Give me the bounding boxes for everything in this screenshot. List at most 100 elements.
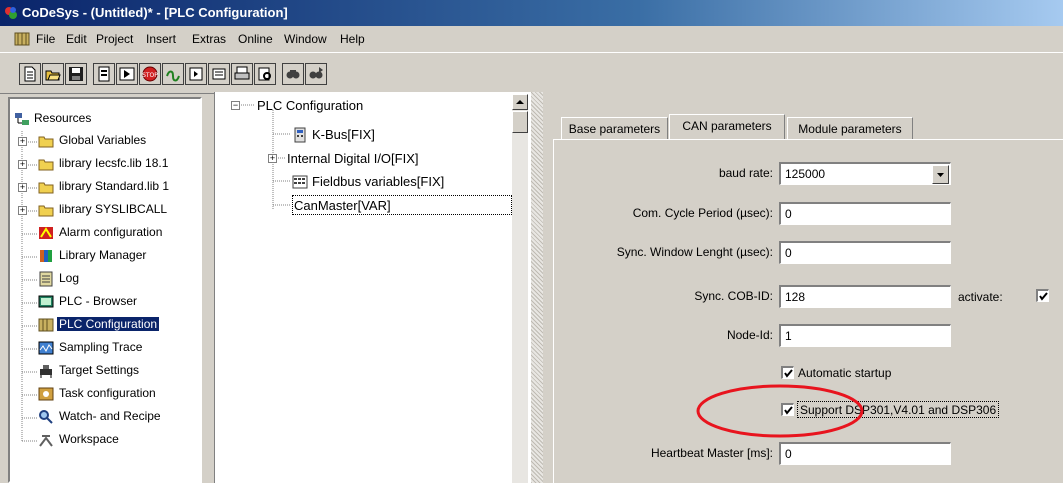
step-icon: [166, 70, 180, 82]
activate-checkbox[interactable]: [1036, 289, 1049, 302]
collapse-plc-config[interactable]: −: [231, 101, 240, 110]
sampling-trace-icon: [38, 341, 54, 355]
tree-item-resource[interactable]: Log: [10, 269, 200, 290]
cob-id-input[interactable]: 128: [779, 285, 951, 308]
tree-item-resource[interactable]: Workspace: [10, 430, 200, 451]
automatic-startup-label: Automatic startup: [798, 366, 892, 380]
title-bar[interactable]: CoDeSys - (Untitled)* - [PLC Configurati…: [0, 0, 1063, 26]
tab-can-parameters[interactable]: CAN parameters: [669, 114, 785, 139]
tab-module-parameters[interactable]: Module parameters: [787, 117, 913, 139]
folder-icon: [38, 159, 54, 171]
fieldbus-icon: [292, 175, 308, 189]
build-icon: [98, 66, 110, 82]
cob-id-value: 128: [785, 290, 806, 304]
tree-item-fieldbus-variables[interactable]: Fieldbus variables[FIX]: [312, 174, 444, 189]
canmaster-label: CanMaster[VAR]: [294, 198, 391, 213]
print-icon: [234, 66, 250, 80]
tree-item-resource[interactable]: Alarm configuration: [10, 223, 200, 244]
login-icon: [212, 68, 226, 80]
tree-label: Library Manager: [59, 248, 147, 262]
baud-rate-select[interactable]: 125000: [779, 162, 951, 185]
tree-item-resource[interactable]: PLC Configuration: [10, 315, 200, 336]
node-id-input[interactable]: 1: [779, 324, 951, 347]
login-button[interactable]: [208, 63, 230, 85]
codesys-app-icon: [5, 7, 17, 19]
print-button[interactable]: [231, 63, 253, 85]
config-tree-scrollbar[interactable]: [512, 94, 528, 483]
find-icon: [286, 70, 300, 79]
sync-window-label: Sync. Window Lenght (µsec):: [616, 245, 773, 259]
plc-browser-icon: [38, 295, 54, 308]
menu-project[interactable]: Project: [96, 32, 133, 46]
toolbar: STOP: [0, 52, 1063, 94]
expand-button[interactable]: +: [18, 137, 27, 146]
print-preview-button[interactable]: [254, 63, 276, 85]
scroll-up-icon: [516, 100, 524, 104]
tree-item-resource[interactable]: Task configuration: [10, 384, 200, 405]
expand-button[interactable]: +: [18, 206, 27, 215]
automatic-startup-checkbox[interactable]: [781, 366, 794, 379]
step-button[interactable]: [162, 63, 184, 85]
resources-tree-pane[interactable]: Resources + Global Variables + library Iecs…: [8, 97, 202, 483]
heartbeat-master-input[interactable]: 0: [779, 442, 951, 465]
window-title: CoDeSys - (Untitled)* - [PLC Configurati…: [22, 5, 288, 20]
open-icon: [45, 70, 61, 81]
check-icon: [784, 369, 793, 378]
tree-label: library SYSLIBCALL: [59, 202, 168, 216]
baud-rate-value: 125000: [785, 167, 826, 181]
save-icon: [69, 67, 83, 81]
heartbeat-master-label: Heartbeat Master [ms]:: [650, 446, 773, 460]
open-button[interactable]: [42, 63, 64, 85]
build-button[interactable]: [93, 63, 115, 85]
expand-internal-io[interactable]: +: [268, 154, 277, 163]
find-button[interactable]: [282, 63, 304, 85]
tree-item-resource[interactable]: + Global Variables: [10, 131, 200, 152]
tree-item-canmaster[interactable]: CanMaster[VAR]: [292, 195, 512, 215]
tab-base-parameters[interactable]: Base parameters: [561, 117, 668, 139]
sync-window-input[interactable]: 0: [779, 241, 951, 264]
tree-item-resource[interactable]: + library Iecsfc.lib 18.1: [10, 154, 200, 175]
expand-button[interactable]: +: [18, 183, 27, 192]
tree-item-resource[interactable]: PLC - Browser: [10, 292, 200, 313]
menu-online[interactable]: Online: [238, 32, 273, 46]
scroll-up-button[interactable]: [512, 94, 528, 110]
find-next-button[interactable]: [305, 63, 327, 85]
sync-window-value: 0: [785, 246, 792, 260]
tree-label: Workspace: [59, 432, 119, 446]
tree-item-resource[interactable]: + library Standard.lib 1: [10, 177, 200, 198]
tree-label: Log: [59, 271, 80, 285]
new-button[interactable]: [19, 63, 41, 85]
single-cycle-button[interactable]: [185, 63, 207, 85]
tree-label: PLC - Browser: [59, 294, 138, 308]
save-button[interactable]: [65, 63, 87, 85]
plc-config-tree-pane[interactable]: − PLC Configuration K-Bus[FIX] + Interna…: [214, 92, 531, 483]
folder-icon: [38, 136, 54, 148]
baud-rate-dropdown-button[interactable]: [932, 165, 949, 184]
tree-item-resource[interactable]: + library SYSLIBCALL: [10, 200, 200, 221]
scroll-thumb[interactable]: [512, 111, 528, 133]
expand-button[interactable]: +: [18, 160, 27, 169]
menu-edit[interactable]: Edit: [66, 32, 87, 46]
stop-icon: STOP: [142, 66, 158, 82]
tree-item-resource[interactable]: Watch- and Recipe: [10, 407, 200, 428]
cycle-period-value: 0: [785, 207, 792, 221]
menu-file[interactable]: File: [36, 32, 55, 46]
document-menu-icon[interactable]: [14, 32, 30, 46]
menu-help[interactable]: Help: [340, 32, 365, 46]
tree-item-resource[interactable]: Sampling Trace: [10, 338, 200, 359]
baud-rate-label: baud rate:: [718, 166, 773, 180]
tree-item-resource[interactable]: Library Manager: [10, 246, 200, 267]
stop-button[interactable]: STOP: [139, 63, 161, 85]
menu-insert[interactable]: Insert: [146, 32, 176, 46]
new-icon: [24, 66, 36, 82]
tree-item-plc-configuration[interactable]: PLC Configuration: [257, 98, 363, 113]
tree-label: Sampling Trace: [59, 340, 143, 354]
menu-extras[interactable]: Extras: [192, 32, 226, 46]
tree-item-internal-digital-io[interactable]: Internal Digital I/O[FIX]: [287, 151, 419, 166]
splitter[interactable]: [531, 92, 543, 483]
menu-window[interactable]: Window: [284, 32, 327, 46]
tree-item-resource[interactable]: Target Settings: [10, 361, 200, 382]
tree-item-kbus[interactable]: K-Bus[FIX]: [312, 127, 375, 142]
run-button[interactable]: [116, 63, 138, 85]
cycle-period-input[interactable]: 0: [779, 202, 951, 225]
